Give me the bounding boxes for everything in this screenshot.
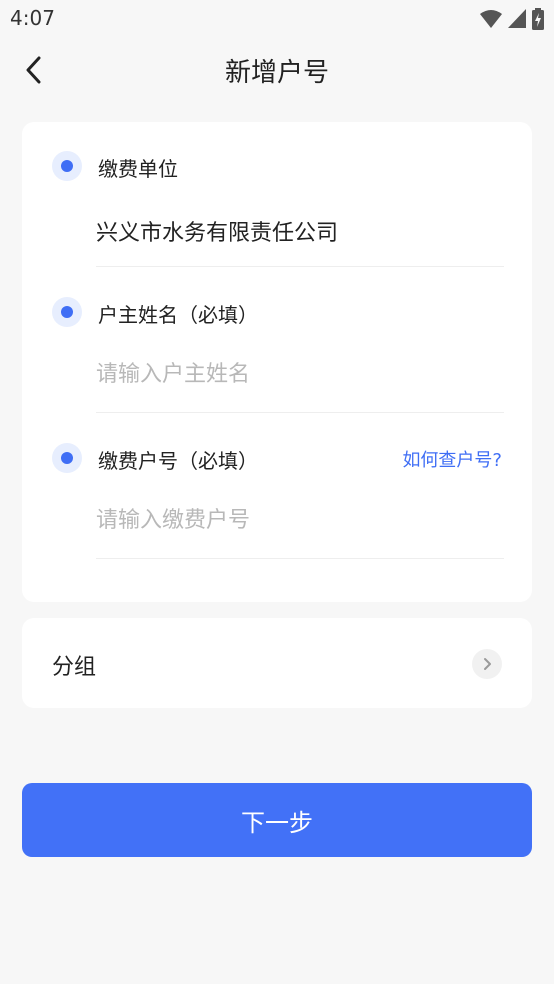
account-number-field: 缴费户号（必填） 如何查户号? [22,414,532,560]
account-number-label: 缴费户号（必填） [98,449,258,473]
account-number-help-link[interactable]: 如何查户号? [402,446,502,472]
account-number-input[interactable] [96,503,496,537]
wifi-icon [480,10,502,28]
group-label: 分组 [52,655,97,680]
chevron-right-icon [484,658,491,670]
header: 新增户号 [0,38,554,100]
status-bar: 4:07 [0,0,554,38]
next-step-button[interactable]: 下一步 [22,783,532,857]
group-chevron [472,649,502,679]
owner-name-field: 户主姓名（必填） [22,268,532,414]
cellular-signal-icon [508,9,526,28]
account-number-bullet-icon [52,443,82,473]
group-row[interactable]: 分组 [22,618,532,708]
owner-name-label: 户主姓名（必填） [98,303,258,327]
owner-name-input[interactable] [96,357,496,391]
status-icons [480,8,544,30]
unit-label: 缴费单位 [98,157,178,181]
owner-name-bullet-icon [52,297,82,327]
account-number-divider [96,558,504,559]
unit-field: 缴费单位 兴义市水务有限责任公司 [22,122,532,268]
unit-value: 兴义市水务有限责任公司 [96,221,339,246]
page-title: 新增户号 [224,58,329,88]
status-time: 4:07 [10,6,55,30]
unit-bullet-icon [52,151,82,181]
battery-charging-icon [532,8,544,30]
unit-divider [96,266,504,267]
form-card: 缴费单位 兴义市水务有限责任公司 户主姓名（必填） 缴费户号（必填） 如何查户号… [22,122,532,602]
owner-name-divider [96,412,504,413]
